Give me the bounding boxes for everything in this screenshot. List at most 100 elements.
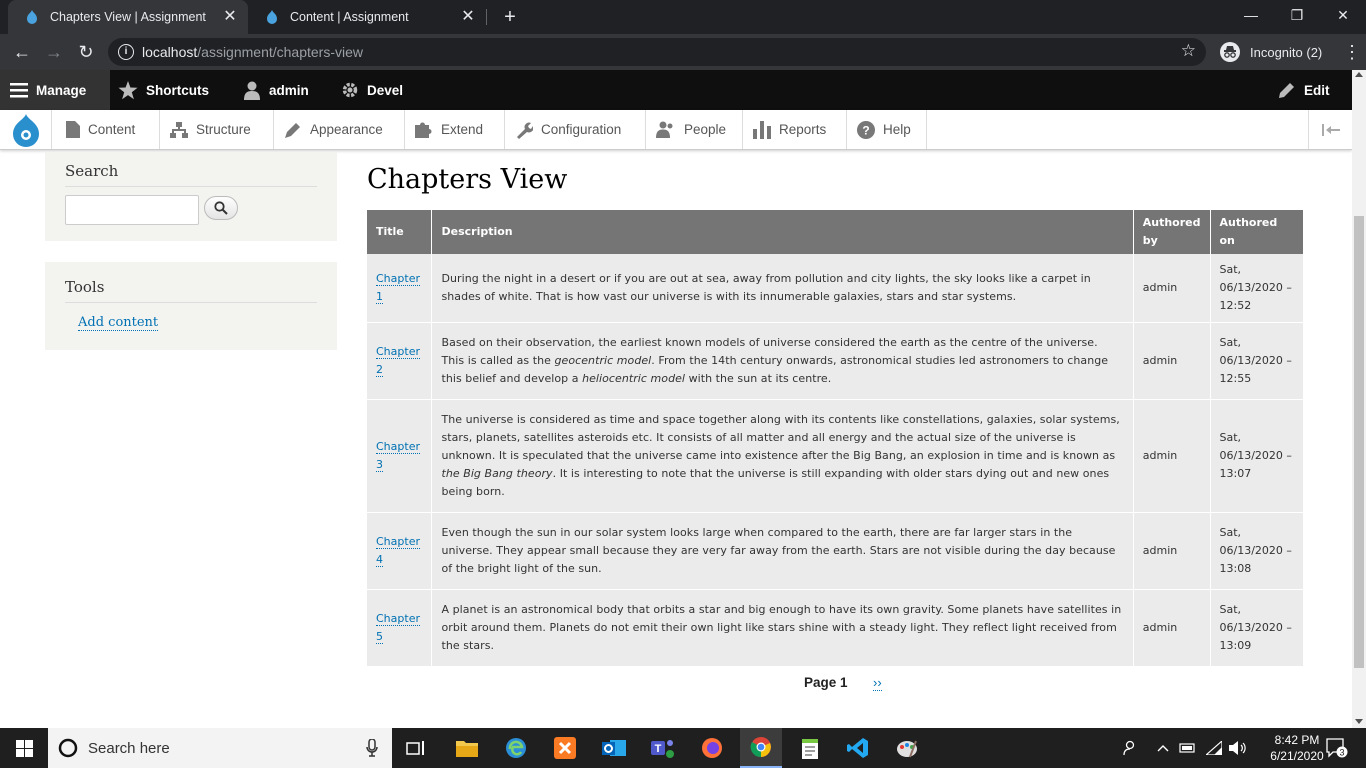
restore-icon[interactable]: ❐ (1274, 0, 1320, 34)
scrollbar-thumb[interactable] (1354, 216, 1364, 668)
new-tab-icon[interactable]: + (500, 7, 520, 27)
windows-start-icon[interactable] (0, 728, 48, 768)
windows-taskbar: Search here T 8:42 PM 6/21/2020 3 (0, 728, 1366, 768)
cell-author: admin (1133, 589, 1211, 667)
close-tab-icon[interactable]: ✕ (222, 9, 238, 25)
pager-next-link[interactable]: ›› (873, 676, 882, 691)
show-hidden-icons-icon[interactable] (1154, 728, 1172, 768)
url-host: localhost (142, 44, 198, 60)
teams-icon[interactable]: T (643, 728, 683, 768)
toolbar-user-label: admin (269, 82, 309, 98)
microphone-icon[interactable] (366, 739, 378, 757)
emphasis-text: the Big Bang theory (441, 467, 553, 480)
puzzle-icon (415, 121, 433, 139)
cell-author: admin (1133, 254, 1211, 323)
column-header-description[interactable]: Description (431, 210, 1134, 254)
gear-icon (341, 81, 359, 99)
chrome-icon[interactable] (740, 728, 782, 768)
search-input[interactable] (65, 195, 199, 225)
back-icon[interactable]: ← (12, 42, 32, 62)
forward-icon[interactable]: → (44, 42, 64, 62)
url-path: /assignment/chapters-view (197, 44, 364, 60)
taskbar-search-box[interactable]: Search here (48, 728, 392, 768)
chapter-link[interactable]: Chapter 4 (376, 535, 420, 567)
cell-date: Sat, 06/13/2020 – 12:52 (1210, 254, 1303, 323)
svg-text:?: ? (862, 123, 869, 137)
bookmark-star-icon[interactable]: ☆ (1181, 41, 1196, 61)
reload-icon[interactable]: ↻ (76, 42, 96, 62)
people-tray-icon[interactable] (1117, 728, 1141, 768)
chapters-table: Title Description Authored by Authored o… (367, 210, 1303, 667)
chapter-link[interactable]: Chapter 3 (376, 440, 420, 472)
user-icon (243, 81, 261, 100)
notepad-icon[interactable] (790, 728, 830, 768)
admin-menu-tray: Content Structure Appearance Extend Conf… (0, 110, 1352, 150)
battery-icon[interactable] (1178, 728, 1198, 768)
emphasis-text: geocentric model (554, 354, 652, 367)
minimize-icon[interactable]: — (1228, 0, 1274, 34)
add-content-link[interactable]: Add content (78, 315, 159, 331)
tray-help[interactable]: ? Help (847, 110, 927, 149)
incognito-button[interactable]: Incognito (2) (1216, 39, 1326, 65)
tools-block: Tools Add content (45, 262, 337, 350)
wifi-icon[interactable] (1204, 728, 1224, 768)
menu-kebab-icon[interactable]: ⋮ (1343, 42, 1361, 62)
column-header-author[interactable]: Authored by (1133, 210, 1211, 254)
chapter-link[interactable]: Chapter 2 (376, 345, 420, 377)
address-bar-row: ← → ↻ i localhost/assignment/chapters-vi… (0, 34, 1366, 70)
cell-title: Chapter 1 (367, 254, 433, 323)
toolbar-manage[interactable]: Manage (0, 70, 110, 110)
cell-title: Chapter 3 (367, 399, 433, 513)
tray-configuration-label: Configuration (541, 122, 622, 137)
close-tab-icon[interactable]: ✕ (460, 9, 476, 25)
tab-chapters-view[interactable]: Chapters View | Assignment ✕ (8, 0, 248, 34)
file-explorer-icon[interactable] (447, 728, 487, 768)
star-icon (118, 80, 138, 100)
svg-text:T: T (655, 743, 662, 755)
tab-title: Content | Assignment (290, 10, 409, 24)
task-view-icon[interactable] (396, 728, 436, 768)
scroll-down-icon[interactable] (1355, 719, 1363, 724)
edge-icon[interactable] (496, 728, 536, 768)
chapter-link[interactable]: Chapter 1 (376, 272, 420, 304)
outlook-icon[interactable] (594, 728, 634, 768)
paint-icon[interactable] (887, 728, 927, 768)
column-header-title[interactable]: Title (367, 210, 433, 254)
column-header-date[interactable]: Authored on (1210, 210, 1303, 254)
site-info-icon[interactable]: i (118, 44, 134, 60)
close-window-icon[interactable]: ✕ (1320, 0, 1366, 34)
tray-configuration[interactable]: Configuration (505, 110, 646, 149)
toolbar-devel[interactable]: Devel (341, 70, 403, 110)
orientation-toggle-icon[interactable] (1308, 110, 1352, 149)
toolbar-shortcuts[interactable]: Shortcuts (118, 70, 209, 110)
search-button[interactable] (204, 196, 238, 220)
tray-reports[interactable]: Reports (743, 110, 847, 149)
firefox-icon[interactable] (692, 728, 732, 768)
url-text: localhost/assignment/chapters-view (142, 44, 363, 60)
volume-icon[interactable] (1228, 728, 1248, 768)
tray-people[interactable]: People (646, 110, 743, 149)
tab-content[interactable]: Content | Assignment ✕ (248, 0, 486, 34)
table-row: Chapter 2 Based on their observation, the… (367, 322, 1303, 400)
url-field[interactable]: i localhost/assignment/chapters-view ☆ (108, 38, 1206, 66)
tray-people-label: People (684, 122, 727, 137)
toolbar-user[interactable]: admin (243, 70, 309, 110)
tray-content[interactable]: Content (56, 110, 160, 149)
scroll-up-icon[interactable] (1355, 72, 1363, 77)
tray-appearance[interactable]: Appearance (274, 110, 405, 149)
toolbar-devel-label: Devel (367, 82, 404, 98)
emphasis-text: heliocentric model (582, 372, 686, 385)
notifications-icon[interactable]: 3 (1320, 728, 1354, 768)
tray-structure-label: Structure (196, 122, 251, 137)
page-scrollbar[interactable] (1352, 70, 1366, 728)
tray-structure[interactable]: Structure (160, 110, 274, 149)
vscode-icon[interactable] (838, 728, 878, 768)
tray-extend[interactable]: Extend (405, 110, 505, 149)
chapter-link[interactable]: Chapter 5 (376, 612, 420, 644)
tray-help-label: Help (883, 122, 911, 137)
xampp-icon[interactable] (545, 728, 585, 768)
cell-date: Sat, 06/13/2020 – 13:09 (1210, 589, 1303, 667)
toolbar-edit[interactable]: Edit (1278, 70, 1330, 110)
drupal-logo-icon[interactable] (0, 110, 52, 149)
incognito-icon (1220, 42, 1240, 62)
